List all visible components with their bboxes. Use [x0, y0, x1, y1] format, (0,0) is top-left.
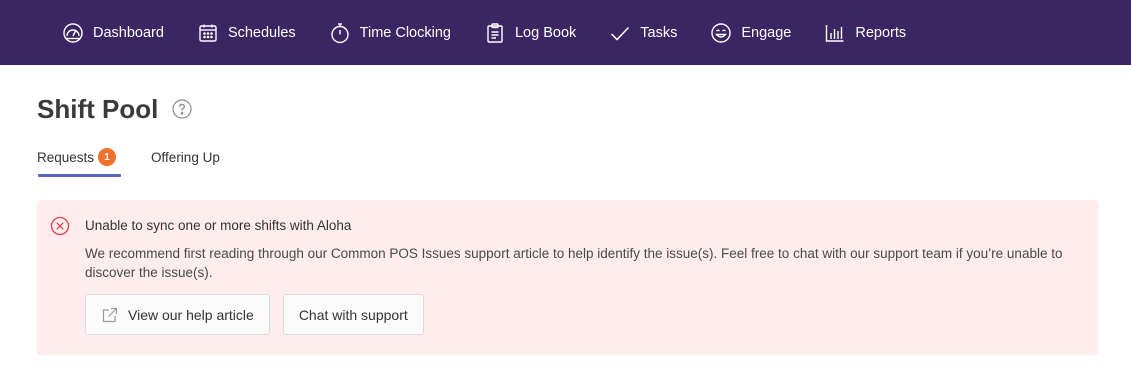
error-x-circle-icon: [50, 216, 70, 236]
requests-count-badge: 1: [98, 148, 117, 166]
main-content: Shift Pool Requests 1 Offering Up: [0, 93, 1131, 177]
nav-time-clocking[interactable]: Time Clocking: [329, 22, 451, 44]
dashboard-gauge-icon: [62, 22, 84, 44]
nav-log-book[interactable]: Log Book: [484, 22, 576, 44]
nav-dashboard[interactable]: Dashboard: [62, 22, 164, 44]
nav-log-book-label: Log Book: [514, 24, 577, 41]
bar-chart-icon: [824, 22, 846, 44]
nav-schedules[interactable]: Schedules: [197, 22, 296, 44]
view-help-article-button[interactable]: View our help article: [85, 294, 270, 335]
checkmark-icon: [609, 22, 631, 44]
question-circle-icon[interactable]: [172, 99, 192, 119]
tab-offering-up[interactable]: Offering Up: [151, 147, 220, 167]
alert-body: We recommend first reading through our C…: [85, 246, 1063, 280]
nav-dashboard-label: Dashboard: [93, 24, 164, 41]
top-navigation-bar: Dashboard Schedules Time Clocking Log Bo…: [0, 0, 1131, 65]
smiley-icon: [710, 22, 732, 44]
nav-schedules-label: Schedules: [227, 24, 296, 41]
sync-error-alert: Unable to sync one or more shifts with A…: [37, 200, 1098, 354]
page-title: Shift Pool: [37, 93, 159, 124]
nav-reports-label: Reports: [855, 24, 907, 41]
tab-requests[interactable]: Requests 1: [37, 147, 122, 177]
chat-with-support-button[interactable]: Chat with support: [282, 294, 424, 335]
nav-tasks-label: Tasks: [640, 24, 678, 41]
alert-title: Unable to sync one or more shifts with A…: [85, 218, 352, 233]
alert-actions: View our help article Chat with support: [85, 294, 437, 335]
external-link-icon: [101, 306, 119, 324]
tab-bar: Requests 1 Offering Up: [37, 147, 1131, 177]
nav-reports[interactable]: Reports: [824, 22, 906, 44]
nav-engage[interactable]: Engage: [710, 22, 791, 44]
stopwatch-icon: [329, 22, 351, 44]
nav-time-clocking-label: Time Clocking: [359, 24, 451, 41]
clipboard-icon: [484, 22, 506, 44]
tab-offering-up-label: Offering Up: [151, 149, 220, 165]
chat-with-support-label: Chat with support: [298, 306, 408, 323]
title-row: Shift Pool: [37, 93, 1131, 125]
nav-tasks[interactable]: Tasks: [609, 22, 677, 44]
nav-engage-label: Engage: [741, 24, 792, 41]
tab-requests-label: Requests: [37, 149, 95, 165]
view-help-article-label: View our help article: [128, 306, 254, 323]
calendar-icon: [197, 22, 219, 44]
